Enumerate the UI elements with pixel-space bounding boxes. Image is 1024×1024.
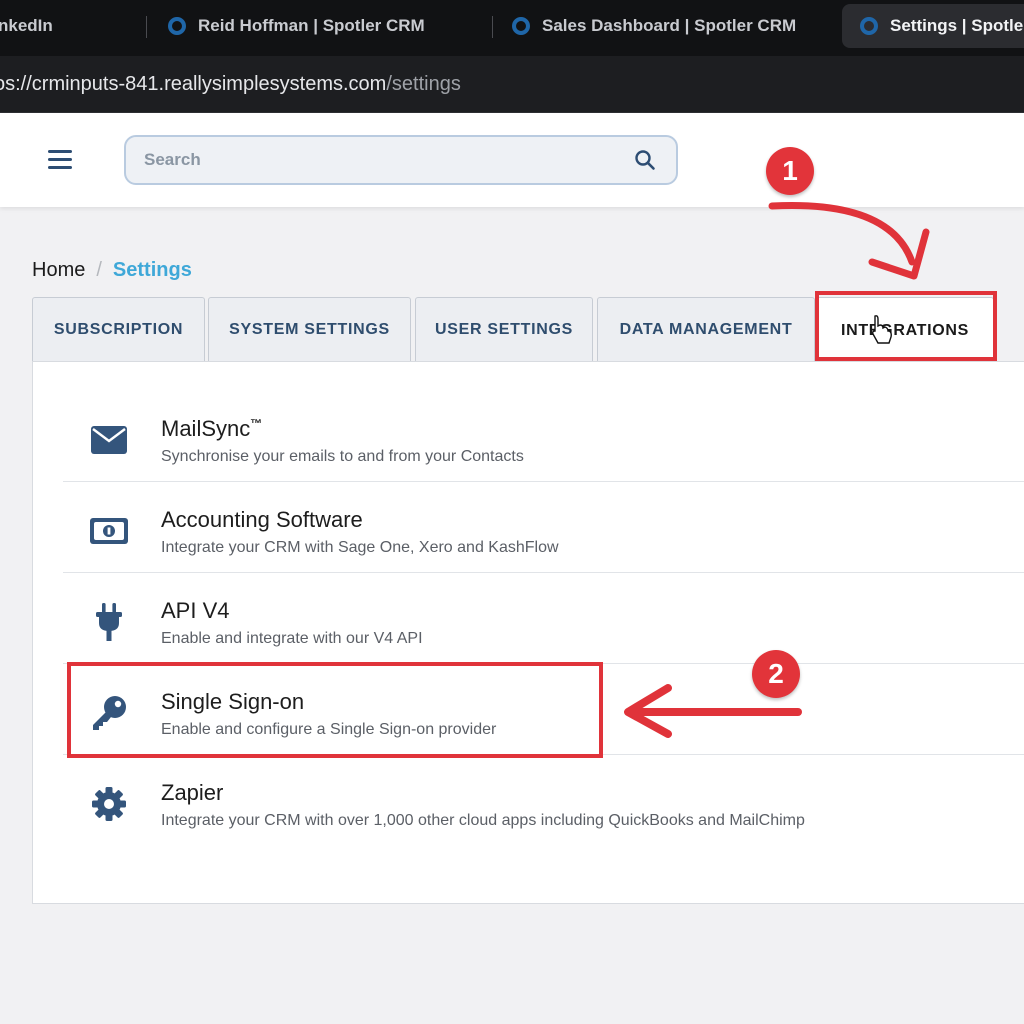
search-box[interactable] bbox=[124, 135, 678, 185]
integration-item-accounting-software[interactable]: Accounting Software Integrate your CRM w… bbox=[61, 483, 1024, 573]
browser-tab-reid-hoffman[interactable]: Reid Hoffman | Spotler CRM bbox=[168, 4, 425, 48]
integration-item-mailsync[interactable]: MailSync™ Synchronise your emails to and… bbox=[61, 392, 1024, 482]
annotation-step-2-badge: 2 bbox=[752, 650, 800, 698]
tab-separator bbox=[492, 16, 493, 38]
spotler-logo-icon bbox=[860, 17, 878, 35]
url-text[interactable]: os://crminputs-841.reallysimplesystems.c… bbox=[0, 73, 461, 96]
app-header bbox=[0, 113, 1024, 207]
hamburger-menu-icon[interactable] bbox=[48, 150, 72, 170]
annotation-step-1-badge: 1 bbox=[766, 147, 814, 195]
browser-tab-label: Reid Hoffman | Spotler CRM bbox=[198, 16, 425, 35]
url-host: os://crminputs-841.reallysimplesystems.c… bbox=[0, 72, 387, 95]
browser-tab-settings[interactable]: Settings | Spotle bbox=[842, 4, 1024, 48]
plug-icon bbox=[89, 602, 129, 642]
envelope-icon bbox=[89, 420, 129, 460]
annotation-highlight-single-sign-on bbox=[67, 662, 603, 758]
url-path: /settings bbox=[386, 72, 461, 95]
browser-tab-bar: nkedIn Reid Hoffman | Spotler CRM Sales … bbox=[0, 0, 1024, 56]
tab-label: DATA MANAGEMENT bbox=[619, 320, 793, 338]
browser-tab-label: Settings | Spotle bbox=[890, 16, 1024, 35]
integrations-panel: MailSync™ Synchronise your emails to and… bbox=[32, 361, 1024, 904]
breadcrumb-separator: / bbox=[96, 259, 102, 281]
breadcrumb-home-link[interactable]: Home bbox=[32, 259, 85, 282]
browser-tab-sales-dashboard[interactable]: Sales Dashboard | Spotler CRM bbox=[512, 4, 796, 48]
browser-tab-linkedin[interactable]: nkedIn bbox=[0, 4, 53, 48]
tab-data-management[interactable]: DATA MANAGEMENT bbox=[597, 297, 815, 361]
integration-description: Enable and integrate with our V4 API bbox=[161, 630, 423, 647]
tab-system-settings[interactable]: SYSTEM SETTINGS bbox=[208, 297, 411, 361]
search-icon[interactable] bbox=[634, 149, 656, 171]
search-input[interactable] bbox=[142, 149, 616, 171]
breadcrumb: Home / Settings bbox=[32, 259, 192, 282]
address-bar[interactable]: os://crminputs-841.reallysimplesystems.c… bbox=[0, 56, 1024, 113]
tab-user-settings[interactable]: USER SETTINGS bbox=[415, 297, 593, 361]
tab-separator bbox=[146, 16, 147, 38]
tab-label: USER SETTINGS bbox=[434, 320, 573, 338]
tab-label: SUBSCRIPTION bbox=[53, 320, 184, 338]
money-bill-icon bbox=[89, 511, 129, 551]
integration-description: Integrate your CRM with over 1,000 other… bbox=[161, 812, 805, 829]
divider bbox=[63, 572, 1024, 573]
integration-title: MailSync™ bbox=[161, 416, 263, 441]
spotler-logo-icon bbox=[168, 17, 186, 35]
tab-subscription[interactable]: SUBSCRIPTION bbox=[32, 297, 205, 361]
spotler-logo-icon bbox=[512, 17, 530, 35]
browser-tab-label: Sales Dashboard | Spotler CRM bbox=[542, 16, 797, 35]
annotation-highlight-integrations-tab bbox=[815, 291, 997, 361]
divider bbox=[63, 481, 1024, 482]
breadcrumb-current: Settings bbox=[112, 259, 192, 281]
integration-title: Zapier bbox=[161, 780, 224, 805]
integration-title: Accounting Software bbox=[161, 507, 363, 532]
integration-title: API V4 bbox=[161, 598, 230, 623]
gear-icon bbox=[89, 784, 129, 824]
tab-label: SYSTEM SETTINGS bbox=[229, 320, 390, 338]
integration-item-api-v4[interactable]: API V4 Enable and integrate with our V4 … bbox=[61, 574, 1024, 664]
integration-description: Synchronise your emails to and from your… bbox=[161, 448, 524, 465]
browser-tab-label: nkedIn bbox=[0, 16, 53, 35]
integration-item-zapier[interactable]: Zapier Integrate your CRM with over 1,00… bbox=[61, 756, 1024, 846]
integration-description: Integrate your CRM with Sage One, Xero a… bbox=[161, 539, 559, 556]
